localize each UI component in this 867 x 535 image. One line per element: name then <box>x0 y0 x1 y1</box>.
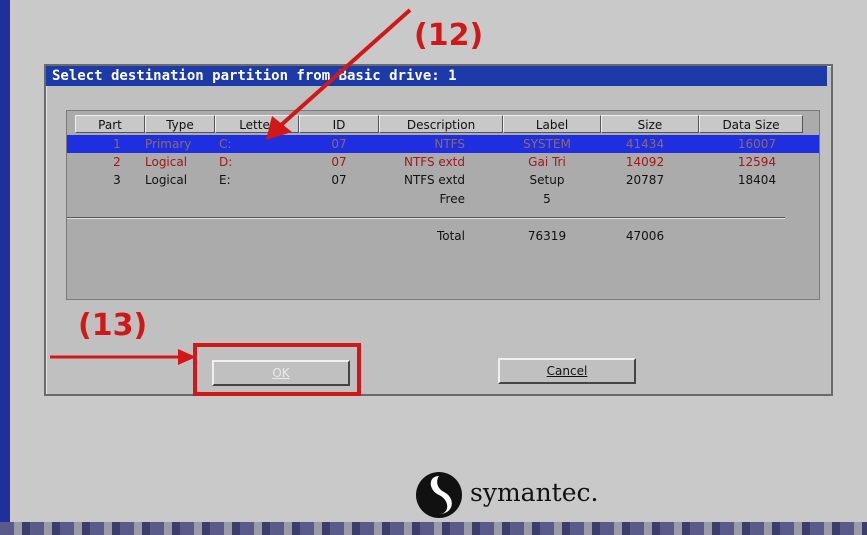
arrow-to-selected-row <box>266 8 412 140</box>
symantec-logo-icon <box>416 472 462 518</box>
annotation-arrows <box>50 8 412 365</box>
symantec-logo-text: symantec. <box>470 478 599 507</box>
arrow-to-ok-button <box>50 349 196 365</box>
